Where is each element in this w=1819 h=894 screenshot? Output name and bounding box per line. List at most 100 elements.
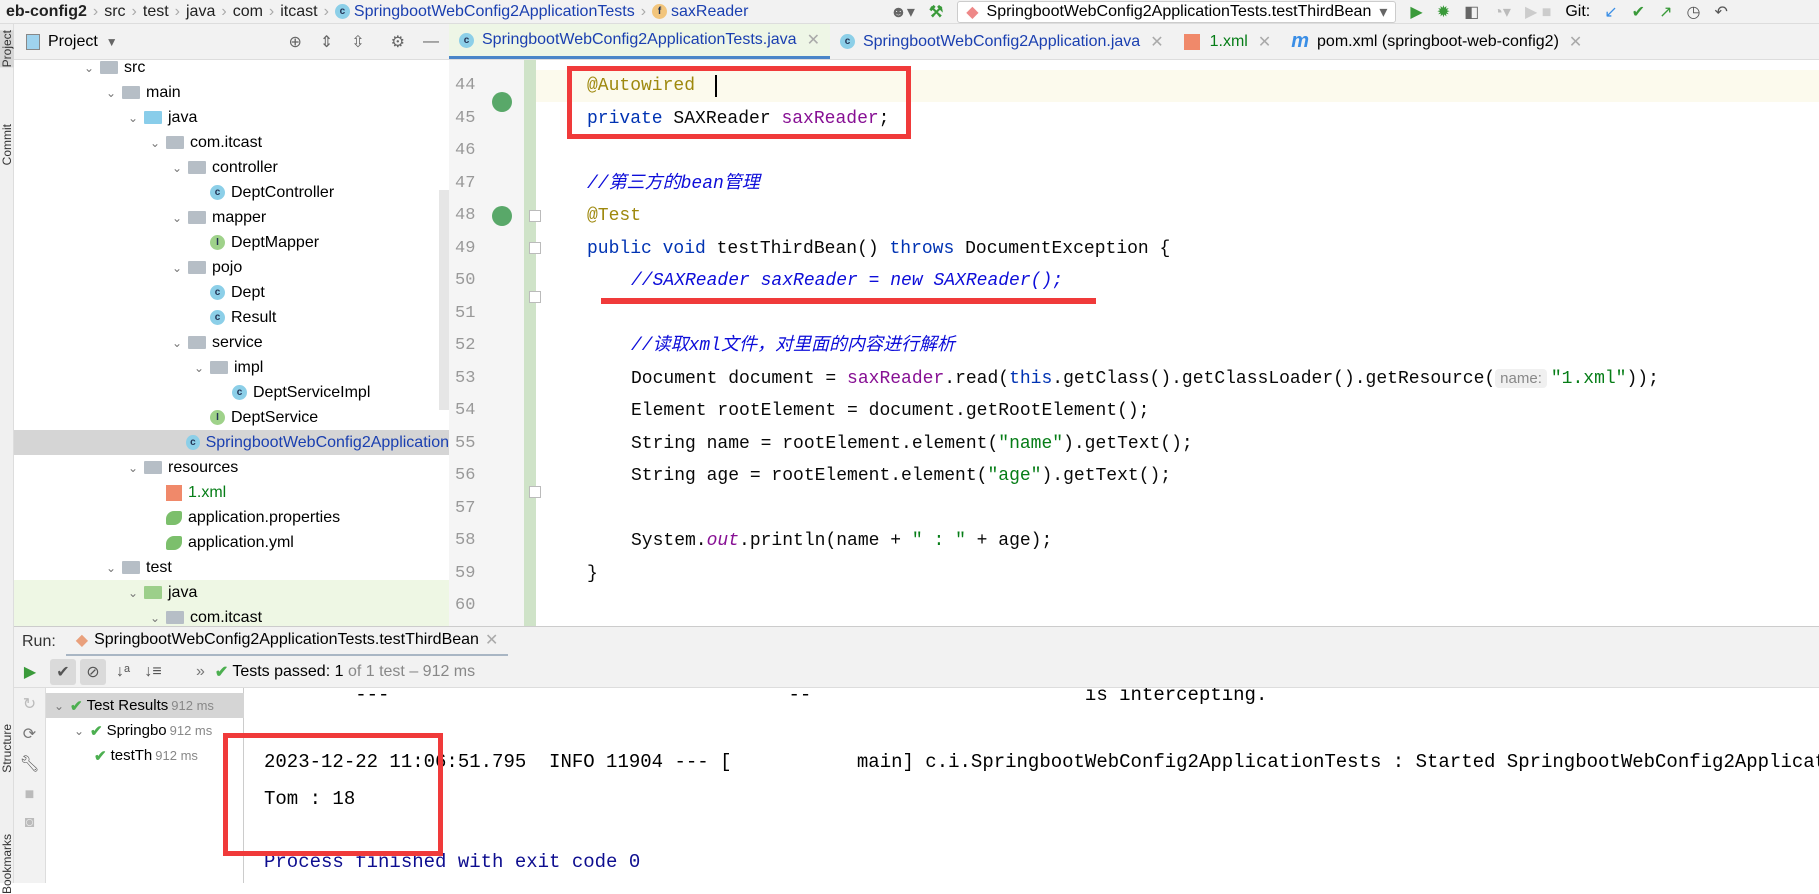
tree-item[interactable]: ⌄ test — [14, 555, 449, 580]
fold-icon[interactable] — [529, 242, 541, 254]
git-update-icon[interactable]: ↙ — [1604, 2, 1617, 22]
wrench-icon[interactable]: 🔧︎ — [14, 754, 45, 774]
breadcrumb-item[interactable]: c SpringbootWebConfig2ApplicationTests — [329, 3, 641, 21]
tree-item[interactable]: c Result — [14, 305, 449, 330]
side-tab-project[interactable]: Project — [0, 30, 14, 68]
tree-item[interactable]: c DeptController — [14, 180, 449, 205]
sort-duration-icon[interactable]: ↓≡ — [140, 659, 166, 685]
user-icon[interactable]: ☻▾ — [890, 2, 915, 22]
more-icon[interactable]: » — [196, 663, 205, 681]
tree-item[interactable]: ⌄ pojo — [14, 255, 449, 280]
side-tab-bookmarks[interactable]: Bookmarks — [0, 834, 14, 894]
chevron-down-icon[interactable]: ⌄ — [172, 261, 188, 275]
chevron-down-icon[interactable]: ⌄ — [172, 211, 188, 225]
run-config-select[interactable]: ◆ SpringbootWebConfig2ApplicationTests.te… — [957, 1, 1397, 23]
chevron-down-icon[interactable]: ⌄ — [54, 699, 70, 713]
chevron-down-icon[interactable]: ⌄ — [84, 61, 100, 75]
tree-item[interactable]: application.yml — [14, 530, 449, 555]
collapse-all-icon[interactable]: ⇳ — [351, 32, 364, 52]
breadcrumb-item[interactable]: eb-config2 — [0, 3, 93, 21]
stop-icon[interactable]: ■ — [14, 786, 45, 804]
tree-item[interactable]: ⌄ controller — [14, 155, 449, 180]
tree-item[interactable]: ⌄ impl — [14, 355, 449, 380]
tab-editor[interactable]: c SpringbootWebConfig2ApplicationTests.ja… — [449, 24, 830, 59]
side-tab-commit[interactable]: Commit — [0, 124, 14, 165]
debug-icon[interactable]: ✹ — [1437, 2, 1450, 22]
close-icon[interactable]: ✕ — [1150, 32, 1163, 52]
tree-item[interactable]: I DeptService — [14, 405, 449, 430]
git-commit-icon[interactable]: ✔ — [1632, 2, 1645, 22]
tab-editor[interactable]: 1.xml ✕ — [1174, 24, 1282, 59]
chevron-down-icon[interactable]: ⌄ — [150, 136, 166, 150]
history-icon[interactable]: ◷ — [1686, 2, 1700, 22]
tree-item[interactable]: ⌄ src — [14, 60, 449, 80]
chevron-down-icon[interactable]: ⌄ — [106, 561, 122, 575]
tree-scrollbar[interactable] — [439, 190, 449, 410]
tab-editor[interactable]: m pom.xml (springboot-web-config2) ✕ — [1281, 24, 1592, 59]
rollback-icon[interactable]: ↶ — [1714, 2, 1727, 22]
chevron-down-icon[interactable]: ▼ — [106, 35, 118, 49]
breadcrumb-item[interactable]: com — [227, 3, 269, 21]
close-icon[interactable]: ✕ — [1258, 32, 1271, 52]
tree-item[interactable]: ⌄ service — [14, 330, 449, 355]
tree-item[interactable]: c SpringbootWebConfig2Application — [14, 430, 449, 455]
tree-item[interactable]: ⌄ java — [14, 105, 449, 130]
test-tree-item[interactable]: ⌄ ✔ Springbo 912 ms — [46, 718, 244, 743]
expand-all-icon[interactable]: ⇕ — [320, 32, 333, 52]
breadcrumb-item[interactable]: itcast — [274, 3, 323, 21]
breadcrumb-item[interactable]: f saxReader — [646, 3, 754, 21]
coverage-icon[interactable]: ◧ — [1464, 2, 1479, 22]
git-push-icon[interactable]: ↗ — [1659, 2, 1672, 22]
breadcrumb-item[interactable]: test — [137, 3, 175, 21]
chevron-down-icon[interactable]: ⌄ — [74, 724, 90, 738]
fold-icon[interactable] — [529, 210, 541, 222]
run-icon[interactable]: ▶ — [1410, 2, 1422, 22]
chevron-down-icon[interactable]: ⌄ — [128, 111, 144, 125]
run-tab[interactable]: ◆ SpringbootWebConfig2ApplicationTests.t… — [65, 627, 509, 657]
build-icon[interactable]: ⚒ — [929, 2, 943, 22]
tree-item[interactable]: ⌄ com.itcast — [14, 130, 449, 155]
fold-icon[interactable] — [529, 486, 541, 498]
tree-item[interactable]: ⌄ mapper — [14, 205, 449, 230]
rerun-icon[interactable]: ▶ — [14, 662, 46, 682]
stop-icon[interactable]: ▶ ■ — [1525, 2, 1551, 22]
tree-item[interactable]: ⌄ main — [14, 80, 449, 105]
toggle-icon[interactable]: ↻ — [14, 694, 45, 714]
locate-icon[interactable]: ⊕ — [288, 32, 301, 52]
tree-item[interactable]: c Dept — [14, 280, 449, 305]
tree-item[interactable]: application.properties — [14, 505, 449, 530]
tab-editor[interactable]: c SpringbootWebConfig2Application.java ✕ — [830, 24, 1174, 59]
hide-icon[interactable]: — — [423, 33, 439, 51]
autowired-bean-icon[interactable] — [492, 92, 512, 112]
tree-item[interactable]: ⌄ resources — [14, 455, 449, 480]
close-icon[interactable]: ✕ — [1569, 32, 1582, 52]
fold-icon[interactable] — [529, 291, 541, 303]
breadcrumb-item[interactable]: java — [180, 3, 221, 21]
test-tree-item[interactable]: ⌄ ✔ Test Results 912 ms — [46, 693, 244, 718]
gear-icon[interactable]: ⚙ — [391, 32, 405, 52]
side-tab-structure[interactable]: Structure — [0, 724, 14, 773]
project-panel-title[interactable]: Project — [48, 33, 98, 51]
breadcrumb-item[interactable]: src — [98, 3, 131, 21]
show-passed-icon[interactable]: ✔ — [50, 658, 76, 685]
tree-item[interactable]: ⌄ java — [14, 580, 449, 605]
chevron-down-icon[interactable]: ⌄ — [128, 586, 144, 600]
sort-alpha-icon[interactable]: ↓ᵃ — [110, 659, 136, 685]
chevron-down-icon[interactable]: ⌄ — [106, 86, 122, 100]
tree-item[interactable]: I DeptMapper — [14, 230, 449, 255]
tree-item[interactable]: c DeptServiceImpl — [14, 380, 449, 405]
close-icon[interactable]: ✕ — [807, 30, 820, 50]
profile-icon[interactable]: ◔▾ — [1493, 2, 1511, 22]
test-tree-item[interactable]: ✔ testTh 912 ms — [46, 743, 244, 768]
show-ignored-icon[interactable]: ⊘ — [80, 658, 106, 685]
camera-icon[interactable]: ◙ — [14, 814, 45, 832]
chevron-down-icon[interactable]: ⌄ — [194, 361, 210, 375]
rerun-failed-icon[interactable]: ⟳ — [14, 724, 45, 744]
chevron-down-icon[interactable]: ⌄ — [128, 461, 144, 475]
code-editor[interactable]: 44 @Autowired 45 private SAXReader saxReade… — [449, 60, 1819, 626]
run-test-gutter-icon[interactable] — [492, 206, 512, 226]
chevron-down-icon[interactable]: ⌄ — [172, 336, 188, 350]
chevron-down-icon[interactable]: ⌄ — [150, 611, 166, 625]
chevron-down-icon[interactable]: ⌄ — [172, 161, 188, 175]
tree-item[interactable]: ⌄ com.itcast — [14, 605, 449, 626]
